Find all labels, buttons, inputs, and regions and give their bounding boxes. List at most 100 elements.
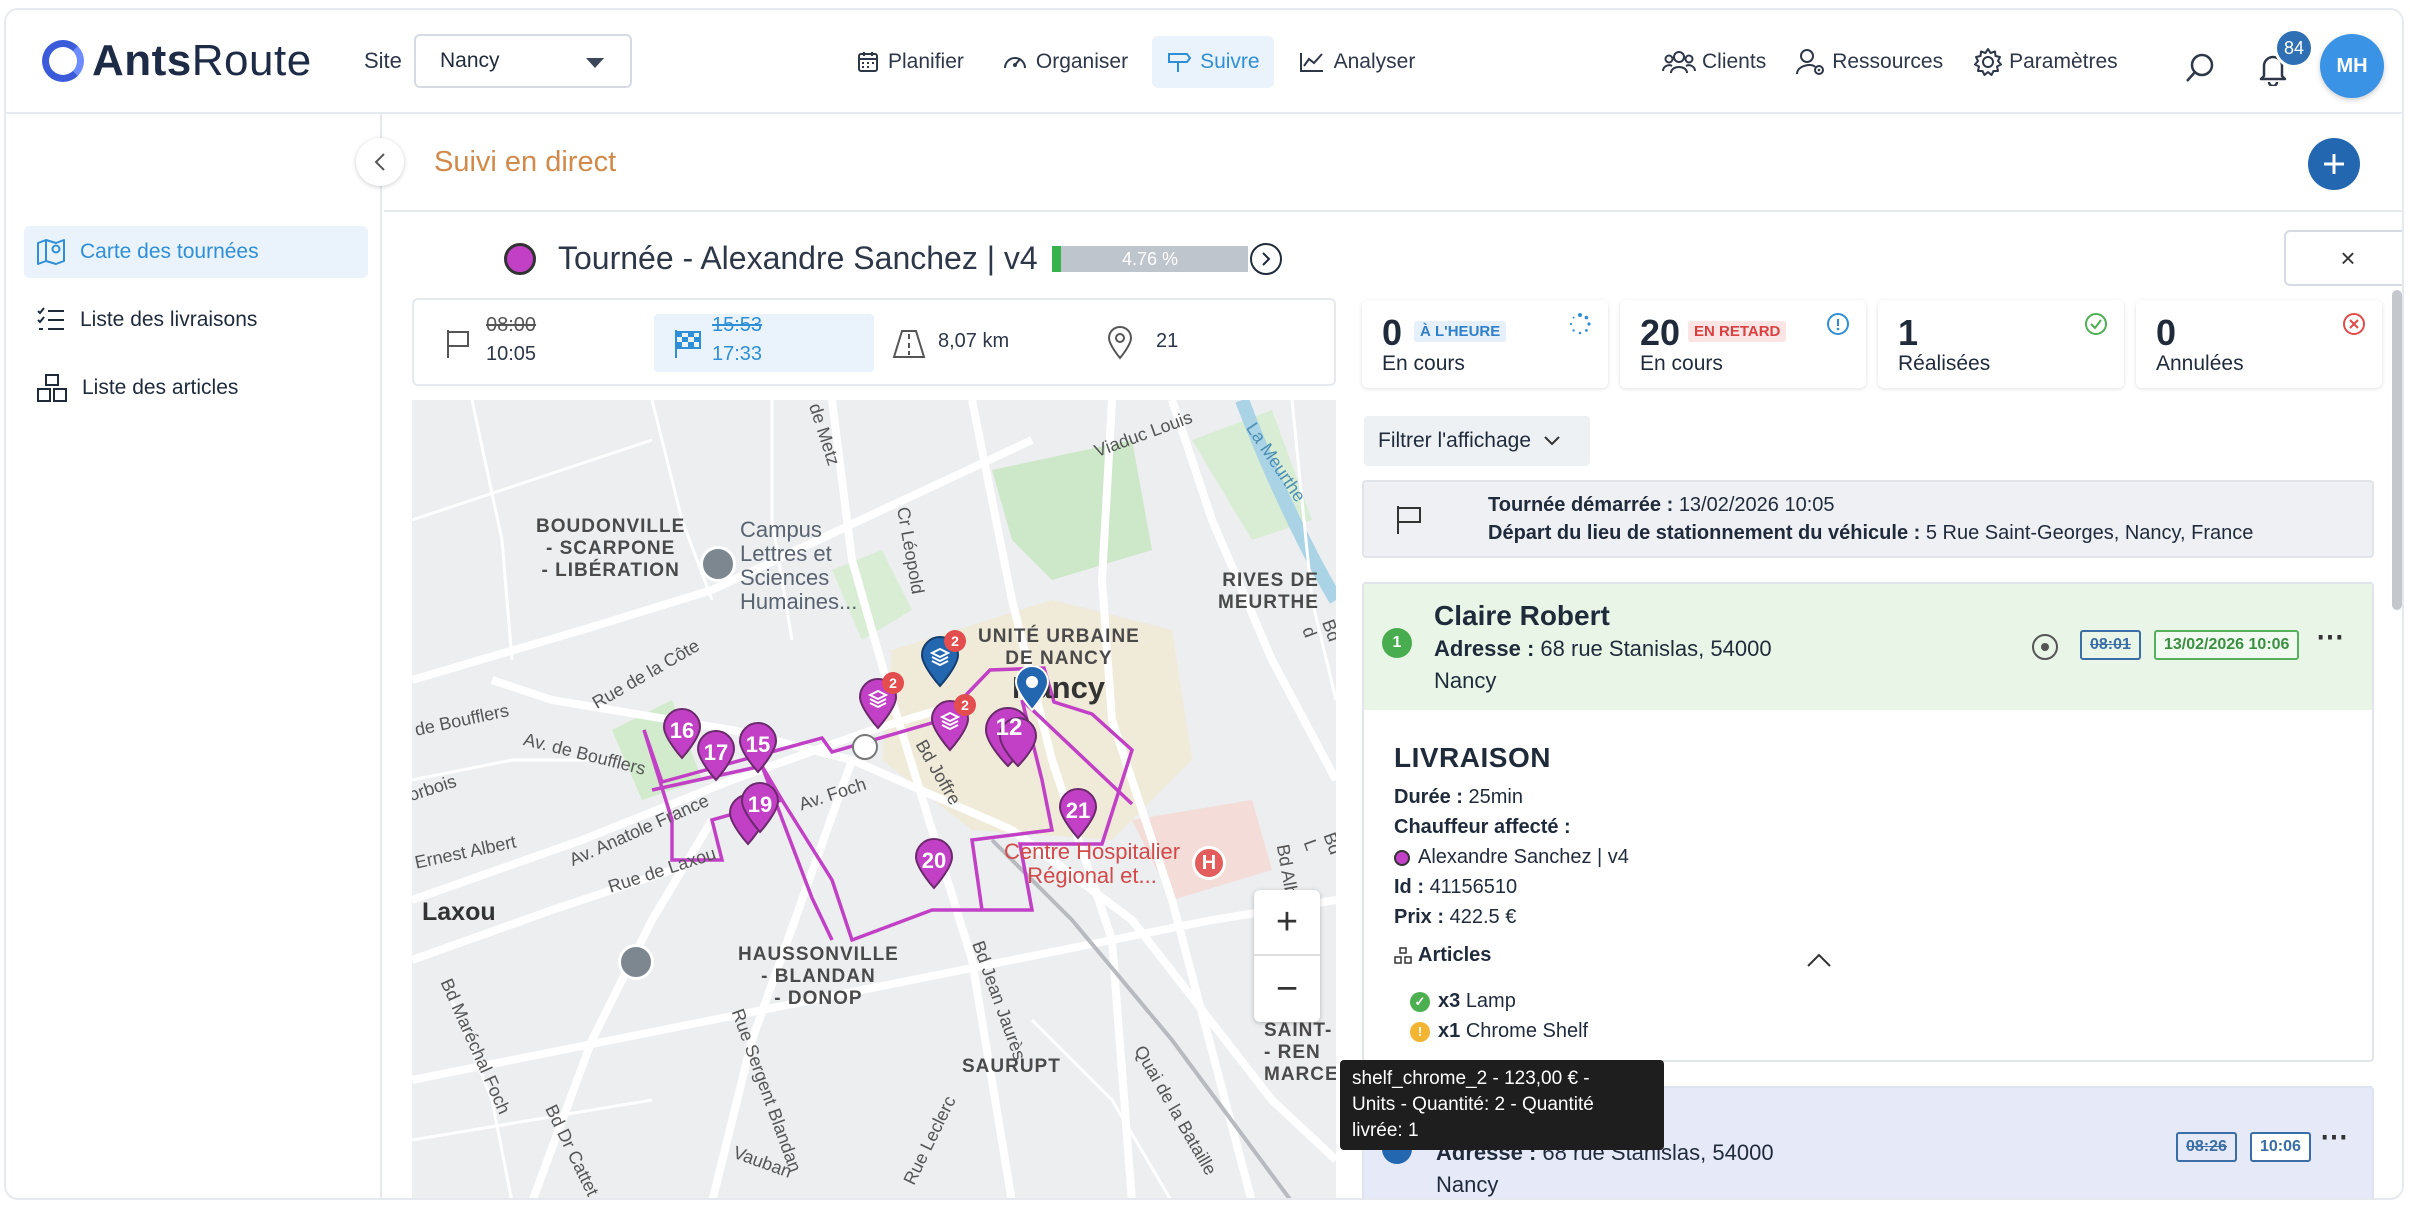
nav-clients[interactable]: Clients — [1662, 49, 1766, 75]
hospital-icon[interactable]: H — [1192, 846, 1226, 880]
zoom-out-button[interactable]: − — [1254, 956, 1320, 1022]
map-marker[interactable]: 17 — [696, 730, 736, 787]
sidebar-item-liste-des-livraisons[interactable]: Liste des livraisons — [24, 294, 368, 346]
next-tour-button[interactable] — [1250, 243, 1282, 275]
article-name: Chrome Shelf — [1465, 1020, 1589, 1042]
stat-card-cancelled[interactable]: 0 Annulées — [2136, 300, 2382, 388]
departure-value: 5 Rue Saint-Georges, Nancy, France — [1925, 522, 2254, 544]
info-icon — [1827, 313, 1849, 335]
plus-icon — [2324, 154, 2344, 174]
stat-count: 20 — [1640, 312, 1681, 353]
signpost-icon — [1168, 53, 1192, 72]
nav-organiser[interactable]: Organiser — [988, 36, 1142, 88]
more-options-button[interactable]: ⋯ — [2316, 620, 2345, 653]
map-label-donop: - DONOP — [774, 988, 863, 1009]
top-navigation-bar: AntsRoute Site Nancy Planifier Organiser… — [6, 10, 2402, 114]
map-marker[interactable]: 20 — [914, 838, 954, 895]
start-actual-time: 10:05 — [486, 343, 537, 365]
flag-start-icon — [447, 330, 469, 358]
article-row[interactable]: ! x1 Chrome Shelf — [1410, 1020, 1588, 1043]
site-select[interactable]: Nancy — [414, 34, 632, 88]
antsroute-logo[interactable]: AntsRoute — [42, 36, 312, 86]
driver-color-dot — [1394, 849, 1410, 866]
article-qty: x3 — [1438, 990, 1461, 1012]
tour-started-value: 13/02/2026 10:05 — [1678, 494, 1835, 516]
marker-label: 19 — [747, 792, 773, 817]
nav-suivre[interactable]: Suivre — [1152, 36, 1274, 88]
map-label-de-nancy: DE NANCY — [1005, 648, 1113, 669]
stat-card-done[interactable]: 1 Réalisées — [1878, 300, 2124, 388]
stat-card-late[interactable]: 20 EN RETARD En cours — [1620, 300, 1866, 388]
nav-ressources-label: Ressources — [1832, 50, 1944, 73]
vehicle-position-marker[interactable] — [1014, 665, 1050, 717]
map-label-scarpone: - SCARPONE — [545, 538, 676, 559]
nav-organiser-label: Organiser — [1035, 50, 1129, 73]
map-marker-stack[interactable]: 2 — [920, 630, 966, 693]
delivery-card-header: 1 Claire Robert Adresse : 68 rue Stanisl… — [1364, 584, 2372, 710]
stat-card-on-time[interactable]: 0 À L'HEURE En cours — [1362, 300, 1608, 388]
nav-ressources[interactable]: Ressources — [1796, 48, 1943, 76]
nav-planifier[interactable]: Planifier — [842, 36, 978, 88]
sidebar-item-liste-des-articles[interactable]: Liste des articles — [24, 362, 368, 414]
vehicle-pin-icon — [1014, 665, 1050, 712]
search-icon — [2186, 53, 2214, 82]
boxes-icon — [37, 374, 67, 402]
check-circle-icon — [2085, 313, 2107, 335]
road-icon — [892, 330, 926, 358]
departure-label: Départ du lieu de stationnement du véhic… — [1488, 522, 1921, 544]
school-icon[interactable] — [618, 944, 654, 980]
transit-icon[interactable] — [852, 734, 878, 760]
section-title-livraison: LIVRAISON — [1394, 742, 1551, 773]
add-button[interactable] — [2308, 138, 2360, 190]
map-marker[interactable]: 21 — [1058, 788, 1098, 845]
sidebar-item-carte-des-tournees[interactable]: Carte des tournées — [24, 226, 368, 278]
flag-icon — [1397, 506, 1421, 534]
map-label-campus: Campus — [740, 517, 822, 542]
logo-icon — [42, 40, 84, 82]
tour-started-label: Tournée démarrée : — [1488, 494, 1674, 516]
stat-count: 0 — [2156, 312, 2177, 353]
chevron-left-icon — [374, 153, 385, 171]
logo-brand-light: Route — [191, 36, 312, 85]
tour-title: Tournée - Alexandre Sanchez | v4 — [558, 240, 1038, 276]
close-tour-button[interactable]: × — [2284, 230, 2402, 286]
site-select-value: Nancy — [440, 49, 500, 72]
sidebar-item-label: Liste des livraisons — [80, 308, 258, 331]
nav-parametres[interactable]: Paramètres — [1973, 47, 2118, 77]
map-marker-stack[interactable]: 2 — [930, 694, 976, 757]
delivery-card[interactable]: 1 Claire Robert Adresse : 68 rue Stanisl… — [1362, 582, 2374, 1062]
driver-value: Alexandre Sanchez | v4 — [1418, 846, 1629, 868]
collapse-sidebar-button[interactable] — [356, 138, 404, 186]
header-divider — [384, 210, 2402, 212]
marker-label: 20 — [921, 848, 947, 873]
map-marker-stack[interactable]: 2 — [858, 672, 904, 735]
actual-time-badge: 13/02/2026 10:06 — [2154, 630, 2300, 660]
end-planned-time: 15:53 — [712, 314, 763, 336]
loading-icon — [1569, 313, 1591, 335]
zoom-in-button[interactable]: + — [1254, 890, 1320, 956]
id-value: 41156510 — [1429, 876, 1518, 898]
page-title: Suivi en direct — [434, 146, 617, 178]
search-button[interactable] — [2184, 52, 2216, 89]
map-label-hospital-2: Régional et... — [1027, 863, 1157, 888]
chevron-up-icon[interactable] — [1806, 952, 1832, 968]
articles-toggle[interactable]: Articles — [1394, 944, 1491, 967]
filter-display-button[interactable]: Filtrer l'affichage — [1364, 416, 1590, 466]
notification-count-badge: 84 — [2274, 28, 2314, 68]
map-marker[interactable]: 19 — [740, 782, 780, 839]
tour-stop-count: 21 — [1156, 330, 1179, 352]
marker-label: 12 — [995, 714, 1023, 741]
stat-tag-late: EN RETARD — [1688, 321, 1787, 342]
checklist-icon — [37, 307, 64, 330]
map-label-blandan: - BLANDAN — [761, 966, 876, 987]
driver-label: Chauffeur affecté : — [1394, 816, 1571, 838]
user-avatar[interactable]: MH — [2320, 34, 2384, 98]
customer-name: Claire Robert — [1434, 600, 1610, 631]
nav-analyser[interactable]: Analyser — [1284, 36, 1430, 88]
more-options-button[interactable]: ⋯ — [2320, 1120, 2349, 1153]
map-marker[interactable]: 15 — [738, 722, 778, 779]
route-map[interactable]: BOUDONVILLE - SCARPONE - LIBÉRATION Camp… — [412, 400, 1336, 1198]
marker-label: 21 — [1065, 798, 1091, 823]
university-icon[interactable] — [700, 546, 736, 582]
panel-scrollbar[interactable] — [2392, 290, 2402, 610]
